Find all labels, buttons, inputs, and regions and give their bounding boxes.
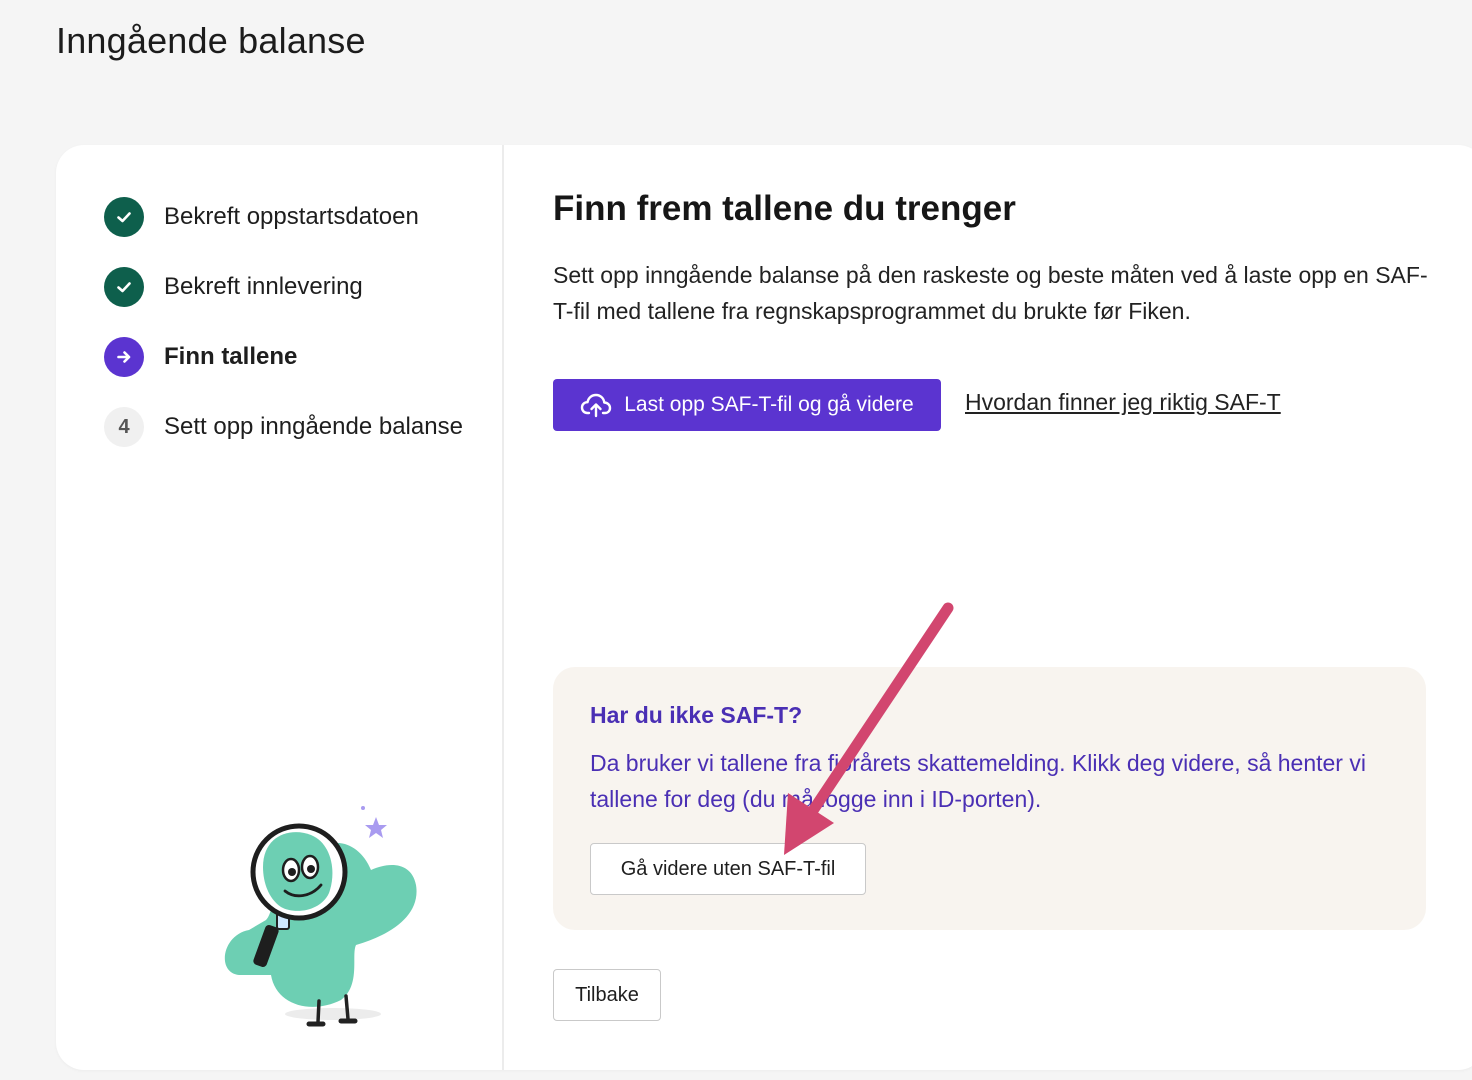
info-box-text: Da bruker vi tallene fra fjorårets skatt…: [590, 750, 1366, 812]
step-setup-opening-balance: 4 Sett opp inngående balanse: [104, 407, 474, 447]
upload-saft-button[interactable]: Last opp SAF-T-fil og gå videre: [553, 379, 941, 431]
check-icon: [104, 267, 144, 307]
step-label: Bekreft innlevering: [164, 273, 363, 300]
step-label: Sett opp inngående balanse: [164, 413, 463, 440]
intro-text: Sett opp inngående balanse på den raskes…: [553, 262, 1428, 324]
steps-panel: Bekreft oppstartsdatoen Bekreft innlever…: [56, 145, 504, 1070]
step-number: 4: [104, 407, 144, 447]
arrow-right-icon: [104, 337, 144, 377]
stepper: Bekreft oppstartsdatoen Bekreft innlever…: [104, 197, 474, 477]
back-button[interactable]: Tilbake: [553, 969, 661, 1021]
cloud-upload-icon: [581, 393, 612, 418]
section-heading: Finn frem tallene du trenger: [553, 189, 1016, 228]
step-label: Finn tallene: [164, 343, 298, 370]
page-title: Inngående balanse: [56, 20, 366, 61]
no-saft-info-box: Har du ikke SAF-T? Da bruker vi tallene …: [553, 667, 1426, 930]
step-confirm-start-date[interactable]: Bekreft oppstartsdatoen: [104, 197, 474, 237]
step-confirm-submission[interactable]: Bekreft innlevering: [104, 267, 474, 307]
setup-card: Bekreft oppstartsdatoen Bekreft innlever…: [56, 145, 1472, 1070]
content-panel: Finn frem tallene du trenger Sett opp in…: [553, 145, 1472, 1070]
magnifier-mascot-illustration: [224, 806, 417, 1027]
upload-saft-button-label: Last opp SAF-T-fil og gå videre: [624, 393, 914, 416]
step-label: Bekreft oppstartsdatoen: [164, 203, 419, 230]
step-find-numbers[interactable]: Finn tallene: [104, 337, 474, 377]
info-box-title: Har du ikke SAF-T?: [590, 702, 803, 728]
continue-without-saft-button[interactable]: Gå videre uten SAF-T-fil: [590, 843, 866, 895]
saft-help-link[interactable]: Hvordan finner jeg riktig SAF-T: [965, 389, 1281, 416]
check-icon: [104, 197, 144, 237]
